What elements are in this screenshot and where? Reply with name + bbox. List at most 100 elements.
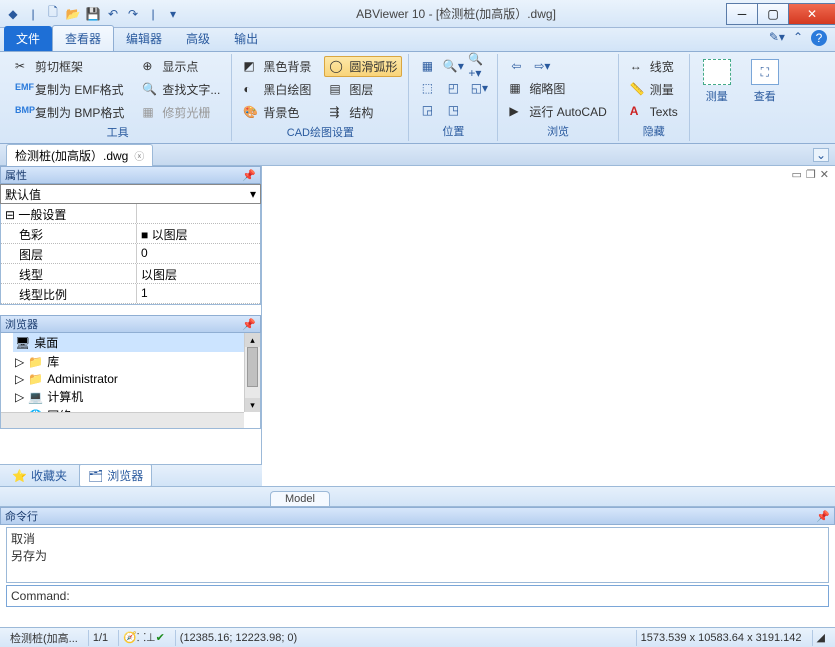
linewidth-button[interactable]: ↔线宽 [625, 56, 683, 77]
clip-frame-button[interactable]: ✂剪切框架 [10, 56, 129, 77]
ruler-icon: 📏 [630, 82, 646, 98]
struct-icon: ⇶ [329, 105, 345, 121]
pin-icon[interactable]: 📌 [816, 510, 830, 523]
pin-icon[interactable]: 📌 [242, 169, 256, 182]
measure-button[interactable]: 📏测量 [625, 79, 683, 100]
new-icon[interactable]: 🗋 [44, 5, 62, 23]
group-browse: ⇦⇨▾ ▦缩略图 ▶运行 AutoCAD 浏览 [498, 54, 618, 141]
undo-icon[interactable]: ↶ [104, 5, 122, 23]
folder-icon: 📁 [28, 355, 43, 369]
tree-item[interactable]: ▷ 📁库 [13, 352, 260, 371]
prop-group-label: 一般设置 [1, 204, 137, 223]
pos-btn-3[interactable]: 🔍+▾ [467, 56, 491, 76]
command-history[interactable]: 取消 另存为 [6, 527, 829, 583]
canvas[interactable]: ▭ ❐ ✕ [262, 166, 835, 464]
tree-hscroll[interactable] [1, 412, 244, 428]
close-tab-icon[interactable]: ⓧ [134, 148, 144, 163]
bw-icon: ◐ [243, 82, 259, 98]
document-tab[interactable]: 检测桩(加高版）.dwg ⓧ [6, 144, 153, 166]
prop-row[interactable]: 色彩■ 以图层 [1, 224, 260, 244]
qat-dropdown-icon[interactable]: ▾ [164, 5, 182, 23]
prop-group-header[interactable]: 一般设置 [1, 204, 260, 224]
command-input[interactable] [74, 589, 824, 603]
pin-icon[interactable]: 📌 [242, 318, 256, 331]
layers-button[interactable]: ▤图层 [324, 79, 402, 100]
bg-color-button[interactable]: 🎨背景色 [238, 102, 316, 123]
tree-root[interactable]: 🖥 桌面 [13, 333, 260, 352]
minimize-button[interactable]: ─ [726, 3, 758, 25]
tab-file[interactable]: 文件 [4, 26, 52, 51]
browser-tab[interactable]: 🗂浏览器 [79, 464, 152, 487]
close-button[interactable]: ✕ [788, 3, 835, 25]
open-icon[interactable]: 📂 [64, 5, 82, 23]
pos-btn-8[interactable]: ◳ [441, 100, 465, 120]
status-icon-3[interactable]: ⊥ [146, 631, 156, 644]
style-icon[interactable]: ✎▾ [769, 30, 785, 46]
pos-btn-7[interactable]: ◲ [415, 100, 439, 120]
struct-button[interactable]: ⇶结构 [324, 102, 402, 123]
canvas-min-icon[interactable]: ▭ [792, 168, 802, 181]
help-icon[interactable]: ? [811, 30, 827, 46]
prop-row[interactable]: 线型以图层 [1, 264, 260, 284]
smooth-arc-button[interactable]: ◯圆滑弧形 [324, 56, 402, 77]
prop-value[interactable]: 1 [137, 284, 260, 303]
smooth-arc-label: 圆滑弧形 [349, 58, 397, 75]
show-point-button[interactable]: ⊕显示点 [137, 56, 225, 77]
copy-emf-button[interactable]: EMF复制为 EMF格式 [10, 79, 129, 100]
status-icon-2[interactable]: ⸬ [137, 630, 146, 645]
group-position: ▦🔍▾🔍+▾ ⬚◰◱▾ ◲◳ 位置 [409, 54, 498, 141]
view-big-icon: ⛶ [751, 59, 779, 85]
tree-vscroll[interactable]: ▴▾ [244, 333, 260, 412]
bw-draw-button[interactable]: ◐黑白绘图 [238, 79, 316, 100]
chevron-down-icon: ▾ [250, 187, 256, 201]
tab-editor[interactable]: 编辑器 [114, 26, 174, 51]
tab-viewer[interactable]: 查看器 [52, 25, 114, 51]
window-controls: ─ ▢ ✕ [726, 3, 835, 25]
thumb-button[interactable]: ▦缩略图 [504, 78, 611, 99]
default-combo[interactable]: 默认值 ▾ [0, 184, 261, 204]
texts-button[interactable]: ATexts [625, 102, 683, 122]
trim-raster-button[interactable]: ▦修剪光栅 [137, 102, 225, 123]
collapse-ribbon-icon[interactable]: ⌃ [793, 30, 803, 46]
save-icon[interactable]: 💾 [84, 5, 102, 23]
nav-left[interactable]: ⇦ [504, 56, 528, 76]
app-icon[interactable]: ◆ [4, 5, 22, 23]
view-big-button[interactable]: ⛶ 查看 [742, 54, 788, 109]
properties-title: 属性 [5, 167, 27, 183]
model-tab[interactable]: Model [270, 491, 330, 506]
find-text-button[interactable]: 🔍查找文字... [137, 79, 225, 100]
prop-row[interactable]: 图层0 [1, 244, 260, 264]
canvas-controls: ▭ ❐ ✕ [792, 168, 830, 181]
tree-item[interactable]: ▷ 📁Administrator [13, 371, 260, 387]
status-icon-1[interactable]: 🧭 [123, 631, 137, 644]
tab-output[interactable]: 输出 [222, 26, 270, 51]
tree-item-label: 计算机 [47, 388, 83, 405]
pos-btn-1[interactable]: ▦ [415, 56, 439, 76]
status-icon-4[interactable]: ✔ [156, 631, 165, 644]
tree-item[interactable]: ▷ 💻计算机 [13, 387, 260, 406]
black-bg-button[interactable]: ◩黑色背景 [238, 56, 316, 77]
tab-advanced[interactable]: 高级 [174, 26, 222, 51]
favorites-tab[interactable]: ⭐收藏夹 [4, 465, 75, 486]
copy-bmp-button[interactable]: BMP复制为 BMP格式 [10, 102, 129, 123]
pos-btn-2[interactable]: 🔍▾ [441, 56, 465, 76]
desktop-icon: 🖥 [15, 336, 30, 350]
canvas-restore-icon[interactable]: ❐ [806, 168, 816, 181]
status-resize-icon[interactable]: ◢ [812, 630, 829, 646]
maximize-button[interactable]: ▢ [757, 3, 789, 25]
measure-big-button[interactable]: 测量 [694, 54, 740, 109]
show-point-label: 显示点 [162, 58, 198, 75]
prop-row[interactable]: 线型比例1 [1, 284, 260, 304]
prop-value[interactable]: 以图层 [137, 264, 260, 283]
nav-right[interactable]: ⇨▾ [530, 56, 554, 76]
pos-btn-4[interactable]: ⬚ [415, 78, 439, 98]
prop-value[interactable]: ■ 以图层 [137, 224, 260, 243]
pos-btn-6[interactable]: ◱▾ [467, 78, 491, 98]
prop-value[interactable]: 0 [137, 244, 260, 263]
run-acad-button[interactable]: ▶运行 AutoCAD [504, 101, 611, 122]
canvas-close-icon[interactable]: ✕ [820, 168, 829, 181]
redo-icon[interactable]: ↷ [124, 5, 142, 23]
pos-btn-5[interactable]: ◰ [441, 78, 465, 98]
tree-root-label: 桌面 [34, 334, 58, 351]
expand-tabs-icon[interactable]: ⌄ [813, 148, 829, 162]
